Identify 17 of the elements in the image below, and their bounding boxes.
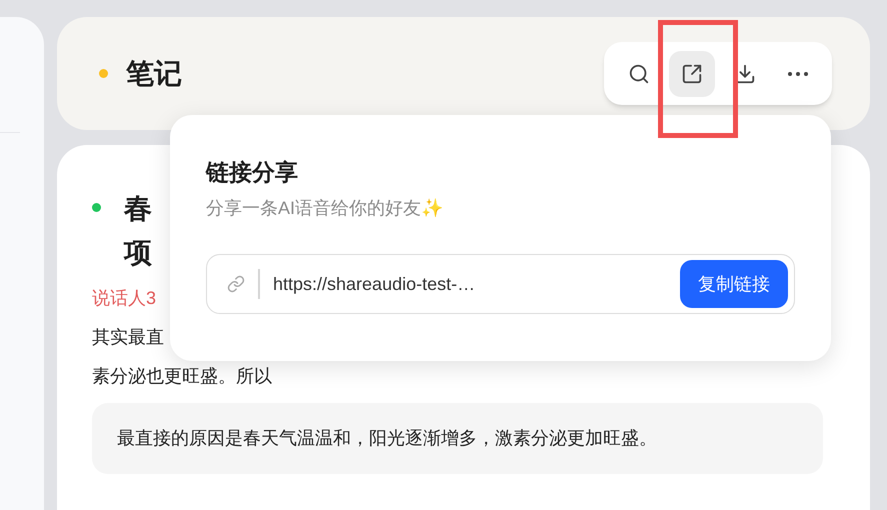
- share-icon: [680, 62, 702, 84]
- transcript-line: 素分泌也更旺盛。所以: [92, 365, 272, 388]
- transcript-line: 其实最直: [92, 326, 164, 349]
- header-title: 笔记: [126, 56, 182, 90]
- popup-subtitle: 分享一条AI语音给你的好友✨: [206, 197, 444, 220]
- quote-text: 最直接的原因是春天气温温和，阳光逐渐增多，激素分泌更加旺盛。: [117, 427, 657, 450]
- note-title: 项: [124, 236, 152, 270]
- speaker-label: 说话人3: [92, 287, 156, 310]
- more-icon: [788, 72, 808, 76]
- note-title: 春: [124, 192, 152, 226]
- share-button[interactable]: [668, 50, 714, 96]
- popup-title: 链接分享: [206, 158, 299, 187]
- link-field[interactable]: https://shareaudio-test-… 复制链接: [206, 254, 795, 314]
- link-icon: [227, 275, 245, 293]
- copy-link-button[interactable]: 复制链接: [680, 260, 788, 308]
- search-icon: [628, 62, 650, 84]
- link-text: https://shareaudio-test-…: [273, 272, 476, 296]
